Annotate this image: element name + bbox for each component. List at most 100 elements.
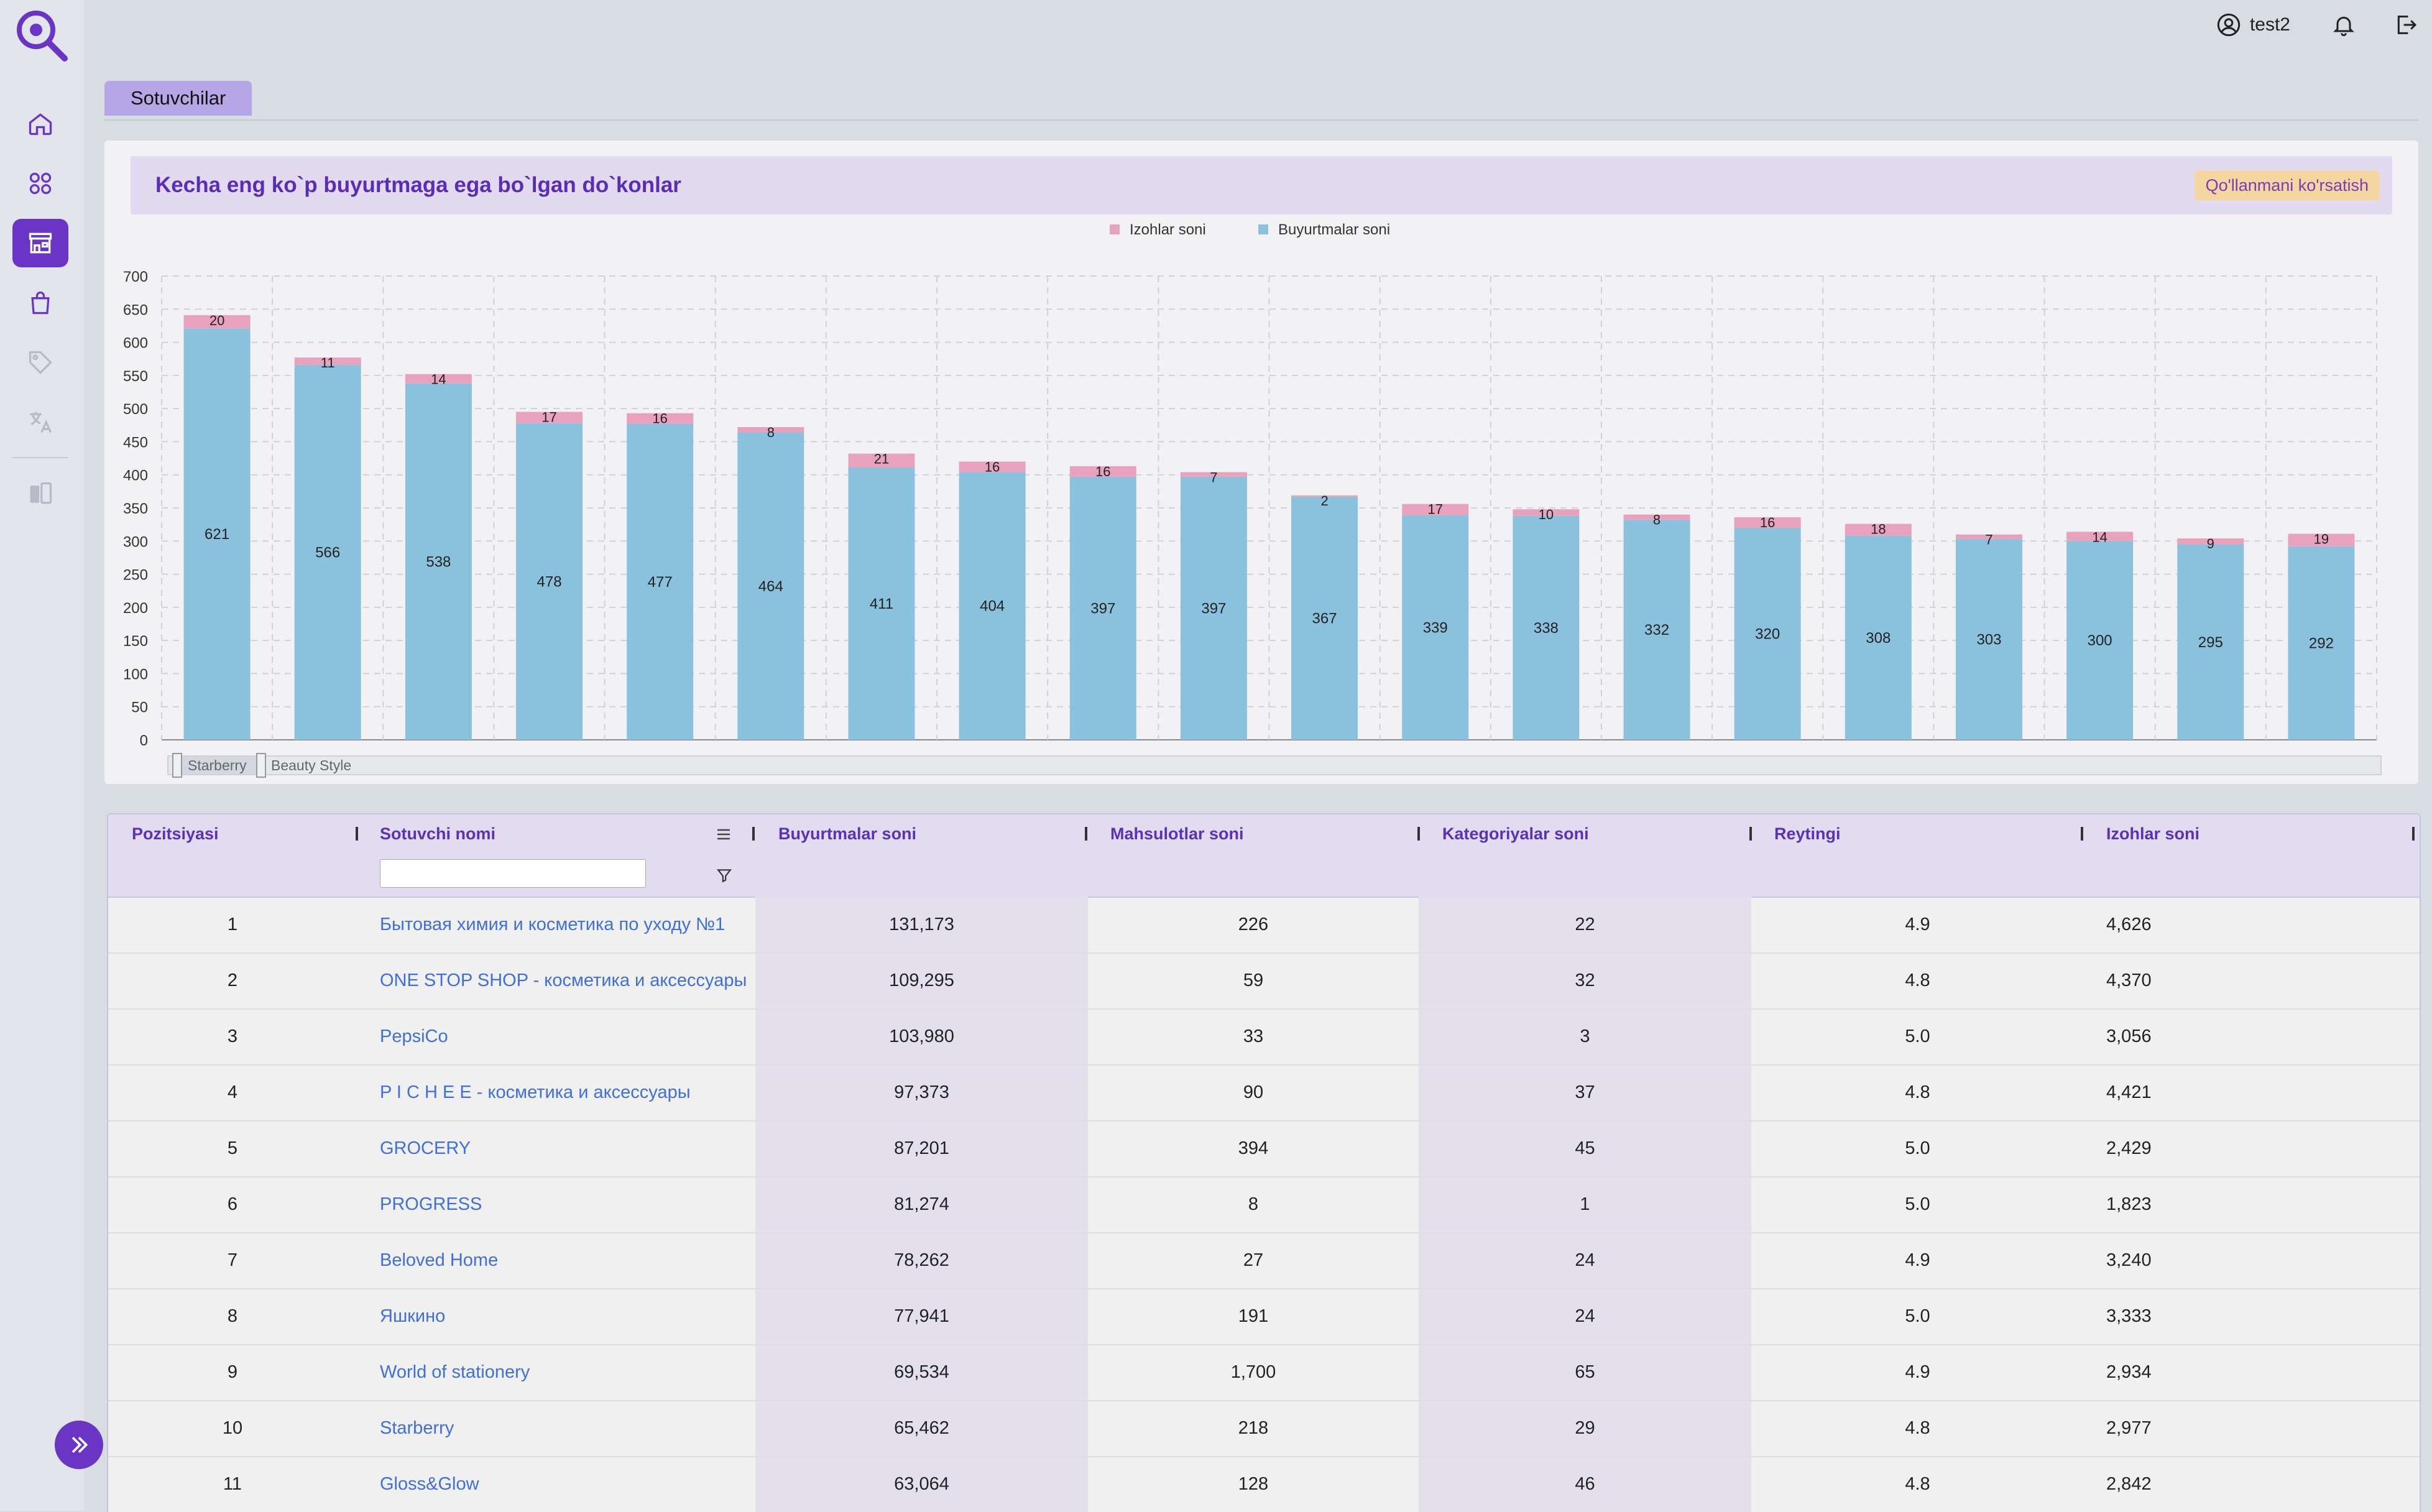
data-label-reviews: 14 [431,372,446,387]
cell-categories: 65 [1575,1362,1595,1382]
legend-swatch-reviews [1110,224,1120,234]
notifications-button[interactable] [2331,12,2356,40]
table-row[interactable]: 7 Beloved Home 78,262 27 24 4.9 3,240 [108,1232,2420,1289]
table-row[interactable]: 2 ONE STOP SHOP - косметика и аксессуары 1… [108,952,2420,1010]
cell-rating: 4.8 [1905,970,1930,990]
data-label-orders: 308 [1866,630,1891,647]
column-header-seller-name[interactable]: Sotuvchi nomi [380,814,495,853]
column-header-products[interactable]: Mahsulotlar soni [1110,814,1244,853]
cell-reviews: 4,421 [2106,1082,2152,1102]
cell-seller-name[interactable]: PepsiCo [380,1008,753,1064]
chart-card: Kecha eng ko`p buyurtmaga ega bo`lgan do… [104,141,2418,784]
column-header-position[interactable]: Pozitsiyasi [132,814,219,853]
cell-position: 11 [223,1474,242,1494]
column-resize-handle[interactable] [1417,827,1420,841]
data-label-reviews: 2 [1320,493,1328,509]
cell-products: 8 [1248,1194,1259,1214]
cell-reviews: 3,240 [2106,1250,2152,1270]
data-label-orders: 303 [1976,632,2001,648]
table-row[interactable]: 1 Бытовая химия и косметика по уходу №1 13… [108,897,2420,954]
cell-seller-name[interactable]: GROCERY [380,1120,753,1176]
column-resize-handle[interactable] [2081,827,2083,841]
cell-seller-name[interactable]: Яшкино [380,1288,753,1344]
cell-seller-name[interactable]: Beloved Home [380,1232,753,1288]
cell-products: 27 [1243,1250,1264,1270]
zoom-slider-handle-end[interactable] [256,753,266,778]
column-resize-handle[interactable] [752,827,755,841]
cell-orders: 109,295 [889,970,954,990]
data-label-orders: 538 [426,553,451,570]
data-label-reviews: 7 [1210,469,1217,485]
cell-seller-name[interactable]: Gloss&Glow [380,1456,753,1512]
table-row[interactable]: 9 World of stationery 69,534 1,700 65 4.9 2,93… [108,1344,2420,1401]
column-resize-handle[interactable] [1749,827,1752,841]
seller-name-filter-input[interactable] [380,859,646,888]
cell-categories: 24 [1575,1306,1595,1326]
cell-categories: 46 [1575,1474,1595,1494]
column-menu-icon[interactable] [716,828,731,841]
data-label-reviews: 7 [1985,532,1992,548]
table-row[interactable]: 5 GROCERY 87,201 394 45 5.0 2,429 [108,1120,2420,1178]
table-row[interactable]: 8 Яшкино 77,941 191 24 5.0 3,333 [108,1288,2420,1345]
table-row[interactable]: 10 Starberry 65,462 218 29 4.8 2,977 [108,1400,2420,1457]
data-label-orders: 464 [758,578,783,595]
y-tick-label: 50 [131,699,148,716]
table-row[interactable]: 6 PROGRESS 81,274 8 1 5.0 1,823 [108,1176,2420,1233]
y-tick-label: 650 [123,302,148,318]
translate-icon [30,412,52,433]
column-header-rating[interactable]: Reytingi [1774,814,1841,853]
column-resize-handle[interactable] [1085,827,1087,841]
home-icon [29,113,52,136]
sidebar-item-compare[interactable] [12,469,68,518]
column-header-reviews[interactable]: Izohlar soni [2106,814,2199,853]
cell-rating: 5.0 [1905,1194,1930,1214]
cell-reviews: 4,626 [2106,915,2152,934]
data-label-orders: 411 [870,596,893,612]
sidebar-item-categories[interactable] [12,159,68,208]
data-label-orders: 478 [537,573,562,590]
data-label-reviews: 16 [1760,515,1775,530]
cell-seller-name[interactable]: ONE STOP SHOP - косметика и аксессуары [380,952,753,1008]
sidebar-item-translate[interactable] [12,398,68,446]
column-header-orders[interactable]: Buyurtmalar soni [778,814,916,853]
cell-seller-name[interactable]: PROGRESS [380,1176,753,1232]
cell-orders: 69,534 [894,1362,949,1382]
data-label-orders: 404 [980,598,1005,615]
sidebar-item-products[interactable] [12,279,68,327]
data-label-orders: 397 [1201,600,1226,617]
zoom-slider-handle-start[interactable] [172,753,182,778]
cell-rating: 4.9 [1905,915,1930,934]
filter-icon[interactable] [716,867,732,883]
cell-rating: 5.0 [1905,1026,1930,1046]
cell-seller-name[interactable]: Бытовая химия и косметика по уходу №1 [380,897,753,952]
data-label-orders: 621 [205,526,229,543]
cell-position: 6 [227,1194,238,1214]
table-row[interactable]: 4 P I C H E E - косметика и аксессуары 97,… [108,1064,2420,1122]
sidebar-item-home[interactable] [12,99,68,148]
cell-seller-name[interactable]: World of stationery [380,1344,753,1400]
column-header-categories[interactable]: Kategoriyalar soni [1442,814,1589,853]
tab-bar: Sotuvchilar [104,81,2418,121]
logo-search-icon[interactable] [12,6,68,62]
cell-categories: 32 [1575,970,1595,990]
sidebar-item-sellers[interactable] [12,219,68,267]
cell-seller-name[interactable]: P I C H E E - косметика и аксессуары [380,1064,753,1120]
expand-sidebar-button[interactable] [55,1421,103,1469]
data-label-reviews: 19 [2314,532,2329,547]
cell-position: 3 [227,1026,238,1046]
cell-products: 226 [1238,915,1269,934]
show-guide-button[interactable]: Qo'llanmani ko'rsatish [2194,170,2380,200]
sidebar-item-tags[interactable] [12,338,68,387]
data-label-orders: 367 [1312,610,1337,627]
table-row[interactable]: 3 PepsiCo 103,980 33 3 5.0 3,056 [108,1008,2420,1066]
table-row[interactable]: 11 Gloss&Glow 63,064 128 46 4.8 2,842 [108,1456,2420,1512]
tab-sotuvchilar[interactable]: Sotuvchilar [104,81,252,116]
column-resize-handle[interactable] [356,827,358,841]
column-resize-handle[interactable] [2412,827,2415,841]
logout-button[interactable] [2393,12,2418,40]
data-label-reviews: 18 [1871,522,1886,537]
y-tick-label: 200 [123,600,148,617]
cell-position: 5 [227,1138,238,1158]
user-menu[interactable]: test2 [2216,12,2290,37]
cell-seller-name[interactable]: Starberry [380,1400,753,1456]
